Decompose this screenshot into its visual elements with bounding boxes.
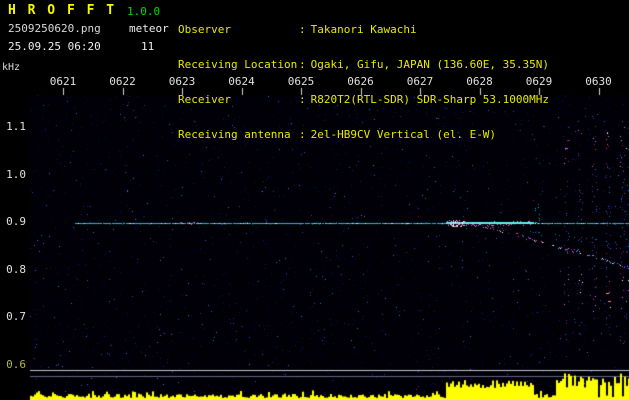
info-value: Takanori Kawachi [310, 23, 417, 36]
app-title: H R O F F T [8, 3, 117, 18]
info-value: Ogaki, Gifu, JAPAN (136.60E, 35.35N) [310, 58, 550, 71]
freq-tick-label: 1.0 [6, 167, 26, 181]
info-value: 2el-HB9CV Vertical (el. E-W) [310, 128, 497, 141]
mode-label: meteor [129, 22, 169, 35]
time-tick-label: 0630 [585, 75, 612, 88]
time-tick-label: 0624 [228, 75, 255, 88]
time-tick-label: 0627 [406, 75, 434, 88]
echo-count: 11 [141, 40, 155, 53]
info-row-location: Receiving Location: Ogaki, Gifu, JAPAN (1… [178, 59, 549, 72]
info-label: Receiver [178, 93, 231, 106]
app-version: 1.0.0 [127, 5, 161, 18]
time-tick-label: 0628 [466, 75, 493, 88]
info-row-receiver: Receiver: R820T2(RTL-SDR) SDR-Sharp 53.10… [178, 94, 549, 107]
freq-tick-label: 0.9 [6, 215, 26, 228]
info-label: Receiving Location [178, 58, 298, 71]
freq-tick-label: 0.6 [6, 357, 26, 371]
info-row-observer: Observer: Takanori Kawachi [178, 24, 549, 37]
freq-tick-label: 0.7 [6, 310, 26, 323]
freq-unit-label: kHz [2, 62, 21, 73]
time-tick-label: 0623 [168, 75, 196, 88]
colon: : [299, 23, 306, 36]
info-label: Observer [178, 23, 231, 36]
info-row-antenna: Receiving antenna:2el-HB9CV Vertical (el… [178, 129, 549, 142]
time-tick-label: 0622 [109, 75, 136, 88]
freq-tick-label: 1.1 [6, 120, 26, 133]
date-time-label: 25.09.25 06:20 [8, 40, 101, 53]
colon: : [299, 128, 306, 141]
time-tick-label: 0621 [49, 75, 77, 88]
freq-tick-label: 0.8 [6, 262, 26, 276]
output-filename: 2509250620.png [8, 22, 101, 35]
info-value: R820T2(RTL-SDR) SDR-Sharp 53.1000MHz [310, 93, 550, 106]
time-tick-label: 0625 [287, 75, 315, 88]
time-tick-label: 0629 [525, 75, 553, 88]
time-tick-label: 0626 [347, 75, 374, 88]
hrofft-spectrogram-output: H R O F F T 1.0.0 2509250620.png meteor … [0, 0, 629, 400]
info-label: Receiving antenna [178, 128, 291, 141]
colon: : [299, 93, 306, 106]
colon: : [299, 58, 306, 71]
